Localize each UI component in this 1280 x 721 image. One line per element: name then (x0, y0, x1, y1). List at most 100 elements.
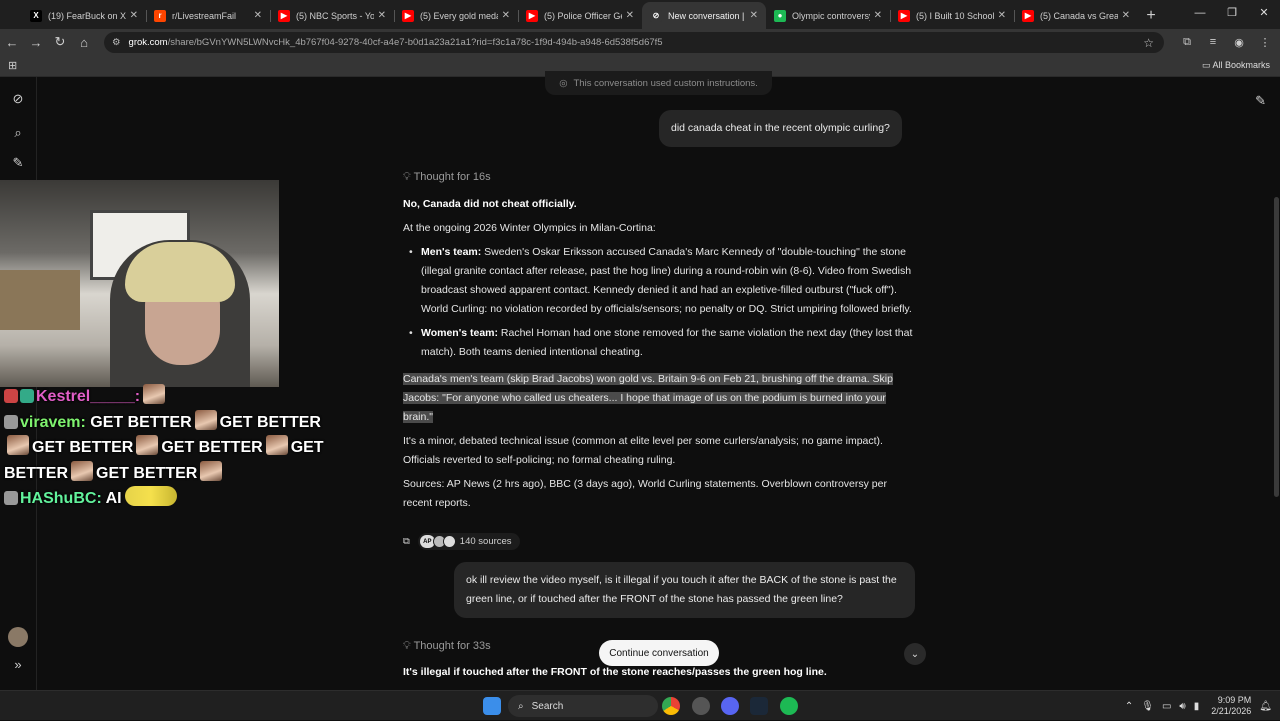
browser-tab[interactable]: ▶ (5) Police Officer Get ✕ (518, 2, 642, 29)
home-icon[interactable]: ⌂ (72, 35, 96, 50)
lightbulb-icon: 💡︎ (403, 640, 411, 652)
close-tab-icon[interactable]: ✕ (130, 10, 138, 21)
scroll-down-icon[interactable]: ⌄ (904, 643, 926, 665)
bookmark-star-icon[interactable]: ☆ (1143, 36, 1154, 50)
sources-row: ⧉ AP 140 sources (403, 533, 520, 550)
notifications-icon[interactable]: 🔔︎ (1259, 701, 1272, 712)
youtube-logo-icon: ▶ (898, 9, 910, 22)
clock-time: 9:09 PM (1217, 695, 1252, 705)
site-info-icon[interactable]: ⚙ (112, 37, 121, 48)
browser-tab[interactable]: ▶ (5) Canada vs Great B ✕ (1014, 2, 1138, 29)
tab-title: (5) Police Officer Get (544, 10, 622, 21)
search-icon[interactable]: ⌕ (9, 125, 27, 143)
browser-tab[interactable]: ● Olympic controversy ✕ (766, 2, 890, 29)
clock[interactable]: 9:09 PM 2/21/2026 (1211, 695, 1251, 717)
chat-line: HAShuBC: AI (4, 486, 324, 512)
custom-instructions-note: ◎ This conversation used custom instruct… (545, 71, 772, 95)
tab-title: (5) Canada vs Great B (1040, 10, 1118, 21)
battery-icon[interactable]: ▮ (1194, 701, 1200, 712)
close-tab-icon[interactable]: ✕ (626, 10, 634, 21)
tab-title: (19) FearBuck on X: " (48, 10, 126, 21)
browser-tab[interactable]: ⊘ New conversation | G ✕ (642, 2, 766, 29)
browser-tab[interactable]: ▶ (5) NBC Sports - YouT ✕ (270, 2, 394, 29)
answer-paragraph-sources: Sources: AP News (2 hrs ago), BBC (3 day… (403, 478, 887, 509)
sources-count: 140 sources (459, 536, 512, 547)
profile-avatar-icon[interactable]: ◉ (1230, 36, 1248, 49)
menu-kebab-icon[interactable]: ⋮ (1256, 36, 1274, 49)
browser-tab[interactable]: ▶ (5) Every gold medal ✕ (394, 2, 518, 29)
chat-message: GET BETTER (96, 464, 198, 482)
youtube-logo-icon: ▶ (526, 9, 538, 22)
obs-icon[interactable] (692, 697, 710, 715)
grok-logo-icon[interactable]: ⊘ (9, 91, 27, 109)
minimize-button[interactable]: — (1184, 0, 1216, 27)
user-message-2-text: ok ill review the video myself, is it il… (466, 574, 897, 605)
browser-tab[interactable]: r r/LivestreamFail ✕ (146, 2, 270, 29)
copy-icon[interactable]: ⧉ (403, 536, 410, 547)
all-bookmarks[interactable]: ▭ All Bookmarks (1202, 60, 1270, 71)
webcam-overlay (0, 180, 279, 387)
taskbar-search-label: Search (531, 700, 564, 712)
close-tab-icon[interactable]: ✕ (750, 10, 758, 21)
forward-icon[interactable]: → (24, 35, 48, 50)
close-tab-icon[interactable]: ✕ (1122, 10, 1130, 21)
thought-indicator-1[interactable]: 💡︎ Thought for 16s (403, 171, 491, 184)
scrollbar[interactable] (1272, 77, 1280, 690)
chat-badge (20, 389, 34, 403)
close-tab-icon[interactable]: ✕ (254, 10, 262, 21)
close-window-button[interactable]: ✕ (1248, 0, 1280, 27)
back-icon[interactable]: ← (0, 35, 24, 50)
extensions-icon[interactable]: ⧉ (1178, 36, 1196, 49)
user-avatar[interactable] (8, 627, 28, 647)
restore-button[interactable]: ❐ (1216, 0, 1248, 27)
reload-icon[interactable]: ↻ (48, 34, 72, 50)
steam-icon[interactable] (750, 697, 768, 715)
windows-start-icon[interactable] (483, 697, 501, 715)
new-tab-button[interactable]: + (1138, 2, 1164, 29)
streamer-hair (125, 242, 235, 302)
close-tab-icon[interactable]: ✕ (378, 10, 386, 21)
close-tab-icon[interactable]: ✕ (874, 10, 882, 21)
url-host: grok.com (128, 37, 168, 48)
discord-icon[interactable] (721, 697, 739, 715)
tab-title: (5) Every gold medal (420, 10, 498, 21)
edit-icon[interactable]: ✎ (1255, 93, 1266, 109)
spotify-icon[interactable] (780, 697, 798, 715)
media-icon[interactable]: ≡ (1204, 36, 1222, 48)
system-tray: ⌃ 🎙︎ ▭ 🔊︎ ▮ 9:09 PM 2/21/2026 🔔︎ (1125, 691, 1280, 721)
close-tab-icon[interactable]: ✕ (998, 10, 1006, 21)
thought-indicator-2[interactable]: 💡︎ Thought for 33s (403, 640, 491, 653)
chat-line: Kestrel_____: (4, 384, 324, 410)
apps-grid-icon[interactable]: ⊞ (8, 59, 17, 72)
stream-chat-overlay: Kestrel_____: viravem: GET BETTER GET BET… (4, 384, 324, 512)
clock-date: 2/21/2026 (1211, 706, 1252, 716)
expand-sidebar-icon[interactable]: » (9, 657, 27, 675)
browser-tab[interactable]: ▶ (5) I Built 10 Schools ✕ (890, 2, 1014, 29)
toolbar-actions: ⧉ ≡ ◉ ⋮ (1178, 29, 1274, 55)
network-icon[interactable]: ▭ (1162, 701, 1171, 712)
emote (143, 384, 166, 404)
user-message-1-text: did canada cheat in the recent olympic c… (671, 122, 890, 134)
browser-tab[interactable]: X (19) FearBuck on X: " ✕ (22, 2, 146, 29)
microphone-icon[interactable]: 🎙︎ (1141, 701, 1154, 712)
assistant-answer-1: No, Canada did not cheat officially. At … (403, 195, 915, 513)
new-chat-icon[interactable]: ✎ (9, 155, 27, 173)
close-tab-icon[interactable]: ✕ (502, 10, 510, 21)
tab-title: New conversation | G (668, 10, 746, 21)
sources-button[interactable]: AP 140 sources (417, 533, 520, 550)
emote (71, 460, 93, 481)
emote (265, 435, 288, 455)
taskbar-search[interactable]: ⌕ Search (508, 695, 658, 717)
answer-paragraph-minor: It's a minor, debated technical issue (c… (403, 435, 883, 466)
highlighted-paragraph: Canada's men's team (skip Brad Jacobs) w… (403, 373, 893, 423)
volume-icon[interactable]: 🔊︎ (1179, 701, 1185, 712)
address-bar[interactable]: ⚙ grok.com/share/bGVnYWN5LWNvcHk_4b767f0… (104, 32, 1164, 53)
scrollbar-thumb[interactable] (1274, 197, 1279, 497)
tab-title: (5) I Built 10 Schools (916, 10, 994, 21)
emote (7, 435, 29, 455)
chat-badge (4, 389, 18, 403)
continue-conversation-button[interactable]: Continue conversation (599, 640, 719, 666)
url-path: /share/bGVnYWN5LWNvcHk_4b767f04-9278-40c… (167, 37, 663, 48)
tray-chevron-icon[interactable]: ⌃ (1125, 701, 1133, 712)
chrome-icon[interactable] (662, 697, 680, 715)
